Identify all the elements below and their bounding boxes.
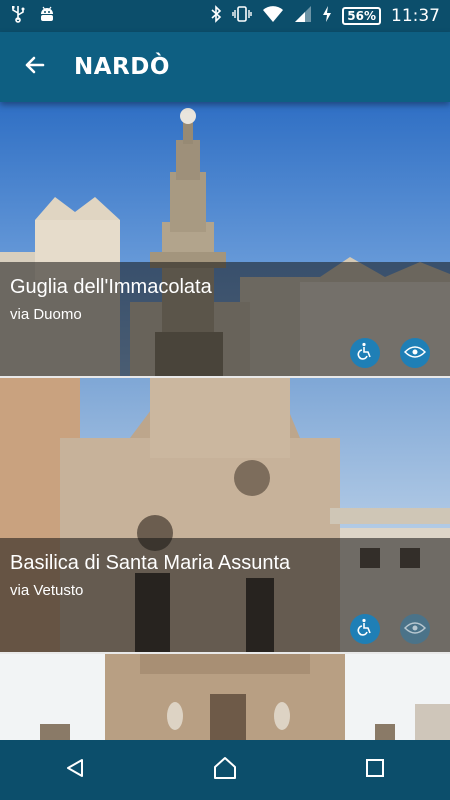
status-bar: 56% 11:37 (0, 0, 450, 32)
android-debug-icon (38, 5, 56, 27)
wheelchair-icon (356, 342, 374, 364)
recents-square-icon (364, 757, 386, 783)
card-caption: Guglia dell'Immacolata via Duomo (0, 262, 450, 376)
place-title: Basilica di Santa Maria Assunta (10, 552, 291, 574)
arrow-back-icon (23, 53, 47, 81)
back-triangle-icon (64, 757, 86, 783)
back-button[interactable] (0, 32, 70, 102)
signal-icon (294, 5, 312, 27)
accessibility-button[interactable] (350, 614, 380, 644)
vibrate-icon (232, 5, 252, 27)
battery-indicator: 56% (342, 7, 381, 25)
wifi-icon (262, 5, 284, 27)
charging-icon (322, 5, 332, 27)
place-title: Guglia dell'Immacolata (10, 276, 212, 298)
wheelchair-icon (356, 618, 374, 640)
card-caption: Basilica di Santa Maria Assunta via Vetu… (0, 538, 450, 652)
usb-icon (10, 5, 26, 27)
bluetooth-icon (210, 5, 222, 27)
view-button[interactable] (400, 338, 430, 368)
accessibility-button[interactable] (350, 338, 380, 368)
place-address: via Vetusto (10, 582, 84, 599)
places-list[interactable]: Guglia dell'Immacolata via Duomo Basilic… (0, 102, 450, 740)
system-nav-bar (0, 740, 450, 800)
place-address: via Duomo (10, 306, 82, 323)
place-photo (0, 654, 450, 740)
eye-icon (403, 620, 427, 639)
nav-back-button[interactable] (45, 740, 105, 800)
home-icon (212, 756, 238, 784)
app-bar: NARDÒ (0, 32, 450, 102)
nav-recents-button[interactable] (345, 740, 405, 800)
view-button[interactable] (400, 614, 430, 644)
place-card[interactable]: Basilica di Santa Maria Assunta via Vetu… (0, 378, 450, 652)
eye-icon (403, 344, 427, 363)
nav-home-button[interactable] (195, 740, 255, 800)
place-card[interactable]: Guglia dell'Immacolata via Duomo (0, 102, 450, 376)
clock: 11:37 (391, 6, 440, 26)
place-card[interactable] (0, 654, 450, 740)
page-title: NARDÒ (74, 54, 170, 80)
